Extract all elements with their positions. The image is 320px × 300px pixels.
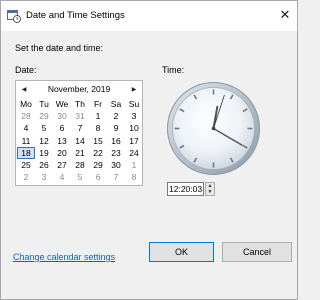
calendar-week-row: 18 19 20 21 22 23 24 — [17, 146, 143, 159]
cancel-button[interactable]: Cancel — [222, 242, 292, 262]
analog-clock — [167, 82, 260, 175]
calendar-day[interactable]: 15 — [89, 135, 107, 147]
day-of-week-header: Sa — [110, 99, 122, 109]
triangle-right-icon: ▶ — [131, 87, 137, 93]
clock-center — [211, 126, 216, 131]
calendar-day[interactable]: 8 — [125, 171, 143, 183]
calendar-day[interactable]: 13 — [53, 135, 71, 147]
calendar-day[interactable]: 11 — [17, 135, 35, 147]
calendar-day[interactable]: 9 — [107, 122, 125, 134]
calendar-day[interactable]: 7 — [107, 171, 125, 183]
calendar-day[interactable]: 4 — [53, 171, 71, 183]
change-calendar-settings-link[interactable]: Change calendar settings — [13, 252, 115, 262]
calendar-week-row: 25 26 27 28 29 30 1 — [17, 159, 143, 171]
time-input[interactable]: 12:20:03 — [167, 182, 204, 196]
calendar-day[interactable]: 18 — [17, 146, 35, 159]
calendar-day[interactable]: 21 — [71, 147, 89, 159]
calendar-month-label[interactable]: November, 2019 — [36, 84, 122, 94]
calendar-day[interactable]: 24 — [125, 147, 143, 159]
calendar-day[interactable]: 12 — [35, 135, 53, 147]
instruction-text: Set the date and time: — [15, 43, 104, 53]
time-spin-down-button[interactable]: ▼ — [206, 189, 214, 195]
calendar-day[interactable]: 23 — [107, 147, 125, 159]
calendar-day[interactable]: 1 — [125, 159, 143, 171]
calendar-day[interactable]: 28 — [71, 159, 89, 171]
day-of-week-header: Su — [128, 99, 140, 109]
calendar-day[interactable]: 28 — [17, 110, 35, 122]
calendar-day[interactable]: 8 — [89, 122, 107, 134]
calendar-week-row: 28 29 30 31 1 2 3 — [17, 110, 143, 122]
calendar-day[interactable]: 27 — [53, 159, 71, 171]
date-time-dialog: Date and Time Settings ✕ Set the date an… — [0, 0, 298, 300]
day-of-week-header: Tu — [39, 99, 49, 109]
close-button[interactable]: ✕ — [277, 7, 293, 23]
calendar-day[interactable]: 26 — [35, 159, 53, 171]
calendar-day[interactable]: 30 — [53, 110, 71, 122]
calendar-day[interactable]: 4 — [17, 122, 35, 134]
calendar-day[interactable]: 3 — [125, 110, 143, 122]
calendar-day[interactable]: 29 — [89, 159, 107, 171]
day-of-week-header: Fr — [93, 99, 103, 109]
calendar-day[interactable]: 7 — [71, 122, 89, 134]
calendar-day[interactable]: 6 — [53, 122, 71, 134]
day-of-week-header: We — [55, 99, 69, 109]
calendar-header: ◀ November, 2019 ▶ — [16, 83, 142, 97]
calendar-day[interactable]: 2 — [17, 171, 35, 183]
calendar-day[interactable]: 1 — [89, 110, 107, 122]
previous-month-button[interactable]: ◀ — [18, 84, 30, 96]
ok-button[interactable]: OK — [149, 242, 214, 262]
time-label: Time: — [162, 65, 185, 75]
calendar-day[interactable]: 5 — [35, 122, 53, 134]
window-title: Date and Time Settings — [26, 10, 125, 21]
calendar-day[interactable]: 31 — [71, 110, 89, 122]
calendar-week-row: 11 12 13 14 15 16 17 — [17, 135, 143, 147]
next-month-button[interactable]: ▶ — [128, 84, 140, 96]
calendar-clock-icon — [7, 10, 21, 23]
calendar-day[interactable]: 3 — [35, 171, 53, 183]
calendar-day[interactable]: 22 — [89, 147, 107, 159]
time-spinner: ▲ ▼ — [205, 182, 215, 196]
title-bar: Date and Time Settings ✕ — [1, 1, 297, 31]
calendar-day[interactable]: 19 — [35, 147, 53, 159]
calendar-day[interactable]: 5 — [71, 171, 89, 183]
calendar-week-row: 4 5 6 7 8 9 10 — [17, 122, 143, 134]
calendar-day[interactable]: 17 — [125, 135, 143, 147]
calendar-day[interactable]: 25 — [17, 159, 35, 171]
calendar-week-row: 2345678 — [17, 171, 143, 183]
calendar-day[interactable]: 6 — [89, 171, 107, 183]
calendar-day[interactable]: 30 — [107, 159, 125, 171]
calendar-day[interactable]: 2 — [107, 110, 125, 122]
days-of-week-row: Mo Tu We Th Fr Sa Su — [17, 98, 143, 110]
day-of-week-header: Th — [75, 99, 85, 109]
calendar-day[interactable]: 20 — [53, 147, 71, 159]
calendar-day[interactable]: 29 — [35, 110, 53, 122]
calendar-day[interactable]: 16 — [107, 135, 125, 147]
spin-down-icon: ▼ — [207, 189, 213, 195]
calendar-day[interactable]: 14 — [71, 135, 89, 147]
close-icon: ✕ — [279, 7, 291, 22]
calendar-day[interactable]: 10 — [125, 122, 143, 134]
date-label: Date: — [15, 65, 37, 75]
calendar: ◀ November, 2019 ▶ Mo Tu We Th Fr Sa Su 28 29 30 3… — [15, 80, 143, 186]
day-of-week-header: Mo — [20, 99, 32, 109]
triangle-left-icon: ◀ — [21, 87, 27, 93]
calendar-grid: Mo Tu We Th Fr Sa Su 28 29 30 31 1 2 3 4 5 6 7 8 9 10 11 12 13 1… — [17, 98, 143, 183]
